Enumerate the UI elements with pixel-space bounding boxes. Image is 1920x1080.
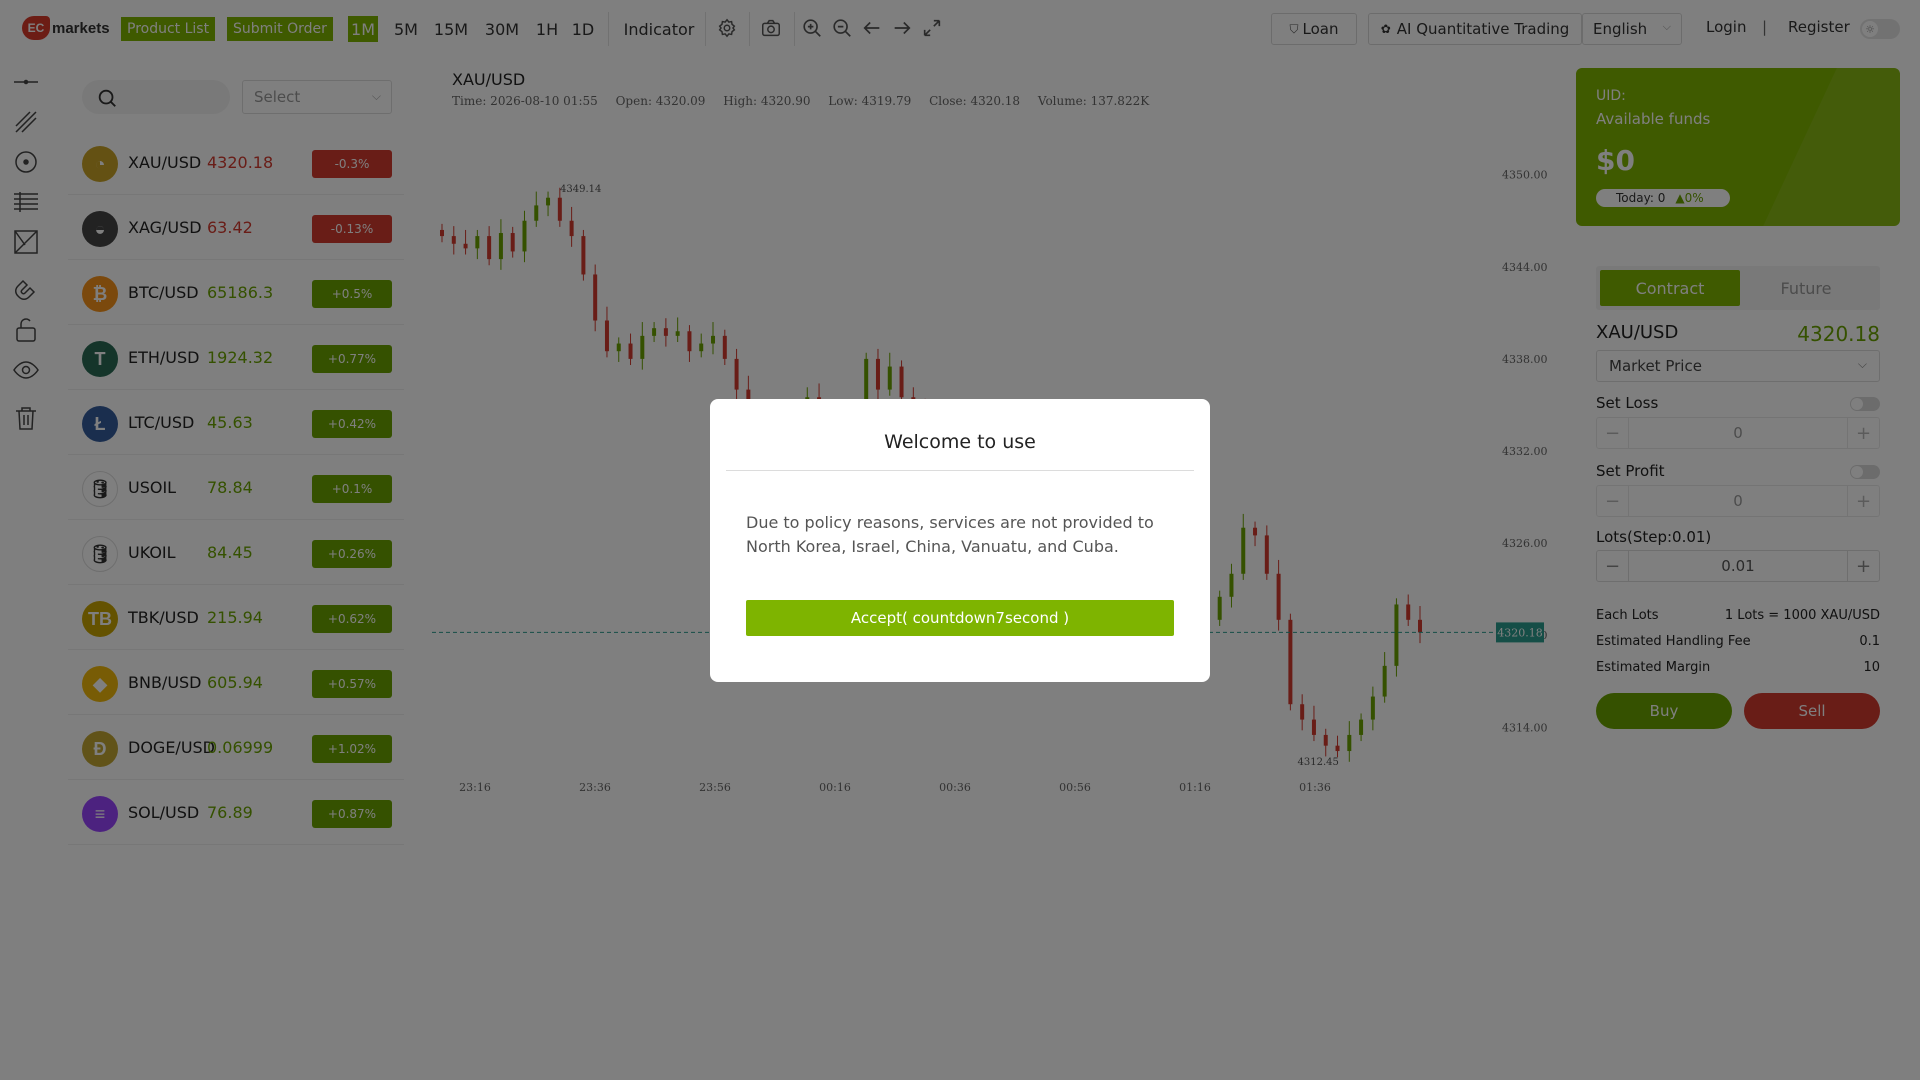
modal-divider — [726, 470, 1194, 471]
accept-button[interactable]: Accept( countdown7second ) — [746, 600, 1174, 636]
modal-body: Due to policy reasons, services are not … — [746, 513, 1154, 556]
modal-title: Welcome to use — [884, 431, 1036, 453]
welcome-modal: Welcome to use Due to policy reasons, se… — [710, 399, 1210, 682]
